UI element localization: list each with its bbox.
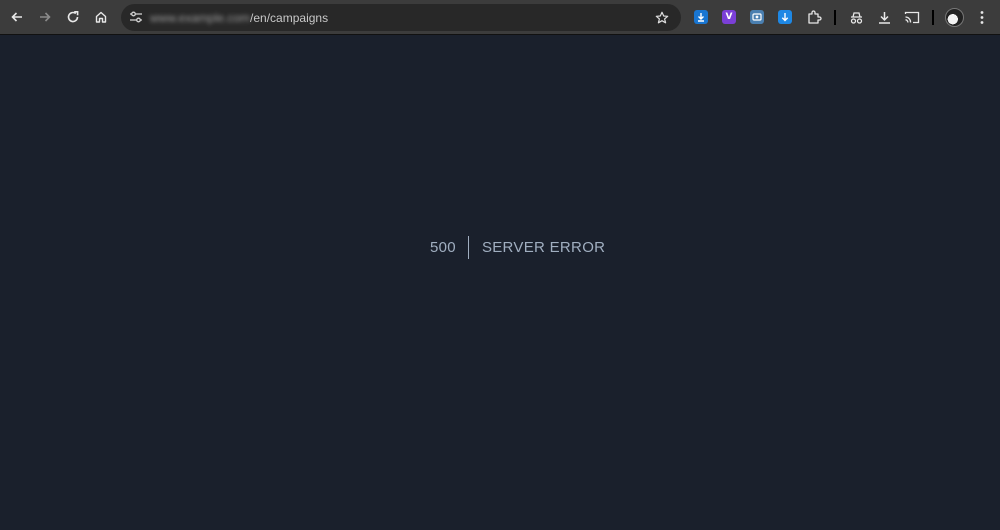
download-extension-icon[interactable] bbox=[694, 10, 708, 24]
toolbar-separator bbox=[932, 10, 934, 25]
screen-capture-extension-icon[interactable] bbox=[750, 10, 764, 24]
forward-arrow-icon bbox=[40, 12, 51, 22]
extensions-puzzle-icon[interactable] bbox=[805, 8, 823, 26]
bookmark-star-icon[interactable] bbox=[653, 9, 671, 27]
arrow-down-extension-icon[interactable] bbox=[778, 10, 792, 24]
forward-button[interactable] bbox=[33, 5, 57, 29]
more-menu-icon[interactable] bbox=[973, 8, 991, 26]
browser-toolbar: www.example.com /en/campaigns V bbox=[0, 0, 1000, 35]
error-code: 500 bbox=[430, 239, 456, 256]
error-text: SERVER ERROR bbox=[481, 239, 606, 256]
reload-button[interactable] bbox=[61, 5, 85, 29]
back-button[interactable] bbox=[5, 5, 29, 29]
back-arrow-icon bbox=[11, 12, 22, 22]
page-content bbox=[0, 35, 1000, 530]
home-button[interactable] bbox=[89, 5, 113, 29]
toolbar-separator bbox=[834, 10, 836, 25]
home-icon bbox=[95, 11, 107, 23]
url-text[interactable]: www.example.com /en/campaigns bbox=[150, 10, 328, 26]
vim-extension-icon[interactable]: V bbox=[722, 10, 736, 24]
cast-icon[interactable] bbox=[903, 8, 921, 26]
url-path: /en/campaigns bbox=[250, 11, 329, 25]
site-info-icon[interactable] bbox=[127, 8, 145, 26]
reload-icon bbox=[67, 11, 79, 23]
url-host: www.example.com bbox=[150, 11, 251, 25]
profile-avatar[interactable] bbox=[945, 8, 964, 27]
error-message-block: 500 SERVER ERROR bbox=[430, 236, 605, 259]
downloads-icon[interactable] bbox=[875, 8, 893, 26]
address-bar[interactable]: www.example.com /en/campaigns bbox=[121, 4, 681, 31]
vim-extension-badge: V bbox=[725, 12, 733, 22]
incognito-spy-icon[interactable] bbox=[847, 8, 865, 26]
